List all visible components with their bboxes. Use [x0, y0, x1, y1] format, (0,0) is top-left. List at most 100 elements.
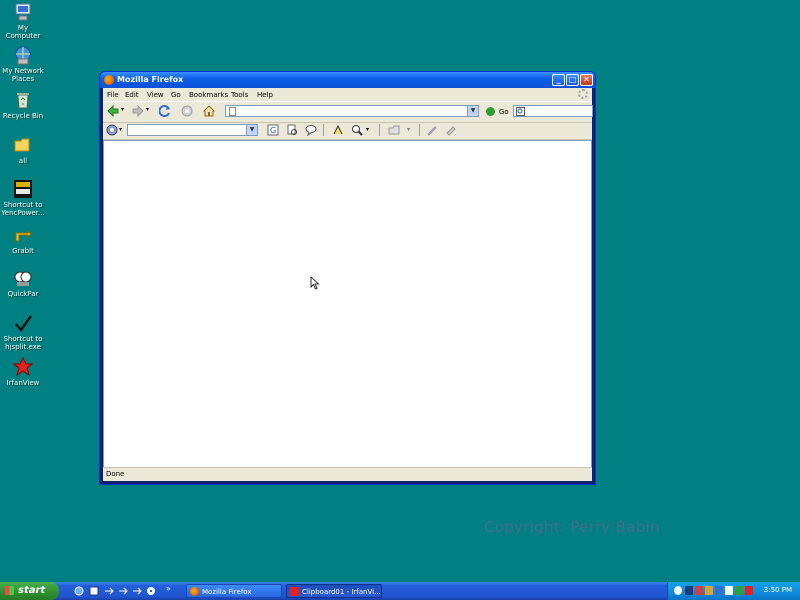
tray-app-icon[interactable] — [705, 586, 713, 595]
desktop-icon-yencpower[interactable]: Shortcut to YencPower... — [0, 179, 46, 217]
quicklaunch-ie-icon[interactable] — [74, 586, 84, 596]
menu-go[interactable]: Go — [171, 91, 181, 99]
zoom-dropdown-icon[interactable]: ▾ — [366, 126, 369, 133]
folder-share-dropdown-icon[interactable]: ▾ — [407, 126, 410, 133]
copyright-watermark: Copyright: Perry Babin — [484, 518, 660, 536]
taskbar: start » Mozilla Firefox Clipboard01 - Ir… — [0, 582, 800, 600]
tray-antivirus-icon[interactable] — [695, 586, 703, 595]
page-search-icon[interactable] — [286, 124, 298, 136]
maximize-button[interactable]: □ — [566, 74, 579, 86]
network-places-icon — [13, 45, 33, 65]
desktop-icon-quickpar[interactable]: QuickPar — [0, 268, 46, 298]
tray-network-icon[interactable] — [715, 586, 723, 595]
extension-dropdown-icon[interactable]: ▾ — [119, 126, 122, 133]
menu-view[interactable]: View — [147, 91, 164, 99]
irfanview-icon — [12, 356, 34, 377]
page-content-area[interactable] — [103, 140, 592, 468]
search-engine-icon[interactable] — [516, 107, 526, 116]
menu-bar: File Edit View Go Bookmarks Tools Help — [103, 88, 592, 101]
go-icon[interactable] — [486, 107, 495, 116]
quicklaunch-arrow-icon[interactable] — [104, 586, 114, 596]
toolbar-separator — [379, 124, 380, 136]
highlight-icon[interactable] — [332, 124, 344, 136]
menu-edit[interactable]: Edit — [125, 91, 139, 99]
menu-tools[interactable]: Tools — [231, 91, 248, 99]
desktop-icon-label: Shortcut to YencPower... — [1, 201, 45, 217]
desktop-icon-irfanview[interactable]: IrfanView — [0, 356, 46, 387]
menu-help[interactable]: Help — [257, 91, 273, 99]
title-bar[interactable]: Mozilla Firefox _ □ ✕ — [100, 72, 595, 88]
folder-share-icon[interactable] — [388, 124, 400, 136]
yencpower-icon — [13, 179, 33, 199]
irfanview-icon — [290, 587, 299, 596]
desktop-icon-label: Shortcut to hjsplit.exe — [3, 335, 43, 351]
taskbar-button-label: Clipboard01 - IrfanVi... — [302, 588, 381, 596]
navigation-toolbar: ▾ ▾ ▼ Go — [103, 101, 593, 123]
mouse-cursor-icon — [310, 276, 320, 290]
stop-icon[interactable] — [181, 105, 193, 117]
home-icon[interactable] — [203, 105, 215, 117]
windows-logo-icon — [5, 586, 14, 595]
desktop-icon-label: Recycle Bin — [2, 112, 44, 120]
desktop-icon-label: QuickPar — [7, 290, 39, 298]
reload-icon[interactable] — [159, 105, 171, 117]
quicklaunch-app-icon[interactable] — [89, 586, 99, 596]
quickpar-icon — [13, 268, 33, 288]
forward-icon[interactable] — [132, 105, 144, 117]
menu-file[interactable]: File — [107, 91, 119, 99]
firefox-window[interactable]: Mozilla Firefox _ □ ✕ File Edit View Go … — [99, 71, 596, 485]
tray-shield-icon[interactable] — [685, 586, 693, 595]
toolbar-separator — [419, 124, 420, 136]
grabit-icon — [13, 225, 33, 245]
recycle-bin-icon — [13, 90, 33, 110]
folder-icon — [13, 135, 33, 155]
my-computer-icon — [13, 2, 33, 22]
tray-volume-icon[interactable] — [725, 586, 733, 595]
menu-bookmarks[interactable]: Bookmarks — [189, 91, 228, 99]
quicklaunch-more-icon[interactable]: » — [166, 584, 171, 593]
start-label: start — [18, 585, 46, 596]
forward-dropdown-icon[interactable]: ▾ — [146, 106, 149, 113]
taskbar-button-firefox[interactable]: Mozilla Firefox — [186, 584, 282, 598]
window-body: File Edit View Go Bookmarks Tools Help ▾… — [103, 88, 593, 481]
firefox-icon — [104, 75, 114, 85]
back-icon[interactable] — [107, 105, 119, 117]
search-box[interactable] — [513, 105, 593, 117]
desktop-icon-grabit[interactable]: GrabIt — [0, 225, 46, 255]
go-button[interactable]: Go — [499, 108, 509, 116]
comment-icon[interactable] — [305, 124, 317, 136]
toolbar-combo-dropdown-icon[interactable]: ▼ — [246, 125, 257, 135]
desktop-icon-hjsplit[interactable]: Shortcut to hjsplit.exe — [0, 313, 46, 351]
desktop-icon-label: My Network Places — [2, 67, 44, 83]
desktop-icon-network-places[interactable]: My Network Places — [0, 45, 46, 83]
firefox-icon — [190, 587, 199, 596]
extension-icon[interactable] — [106, 124, 118, 136]
tray-app-icon[interactable] — [674, 586, 682, 595]
zoom-icon[interactable] — [351, 124, 363, 136]
eraser-icon[interactable] — [445, 124, 457, 136]
google-search-icon[interactable]: G — [267, 124, 279, 136]
desktop-icon-label: all — [18, 157, 28, 165]
toolbar-combo[interactable]: ▼ — [127, 124, 258, 136]
desktop-icon-all[interactable]: all — [0, 135, 46, 165]
close-button[interactable]: ✕ — [580, 74, 593, 86]
address-dropdown-icon[interactable]: ▼ — [467, 106, 478, 116]
address-bar[interactable]: ▼ — [225, 105, 479, 117]
tray-app-icon[interactable] — [735, 586, 743, 595]
tray-irfanview-icon[interactable] — [745, 586, 753, 595]
minimize-button[interactable]: _ — [552, 74, 565, 86]
start-button[interactable]: start — [0, 582, 59, 600]
quicklaunch-disc-icon[interactable] — [146, 586, 156, 596]
taskbar-button-label: Mozilla Firefox — [202, 588, 252, 596]
status-text: Done — [106, 470, 125, 478]
pencil-icon[interactable] — [426, 124, 438, 136]
quicklaunch-arrow-icon[interactable] — [118, 586, 128, 596]
page-icon — [229, 107, 236, 116]
quicklaunch-arrow-icon[interactable] — [132, 586, 142, 596]
taskbar-button-irfanview[interactable]: Clipboard01 - IrfanVi... — [286, 584, 382, 598]
desktop-icon-recycle-bin[interactable]: Recycle Bin — [0, 90, 46, 120]
desktop-icon-my-computer[interactable]: My Computer — [0, 2, 46, 40]
desktop-icon-label: My Computer — [5, 24, 41, 40]
toolbar-separator — [323, 124, 324, 136]
back-dropdown-icon[interactable]: ▾ — [121, 106, 124, 113]
